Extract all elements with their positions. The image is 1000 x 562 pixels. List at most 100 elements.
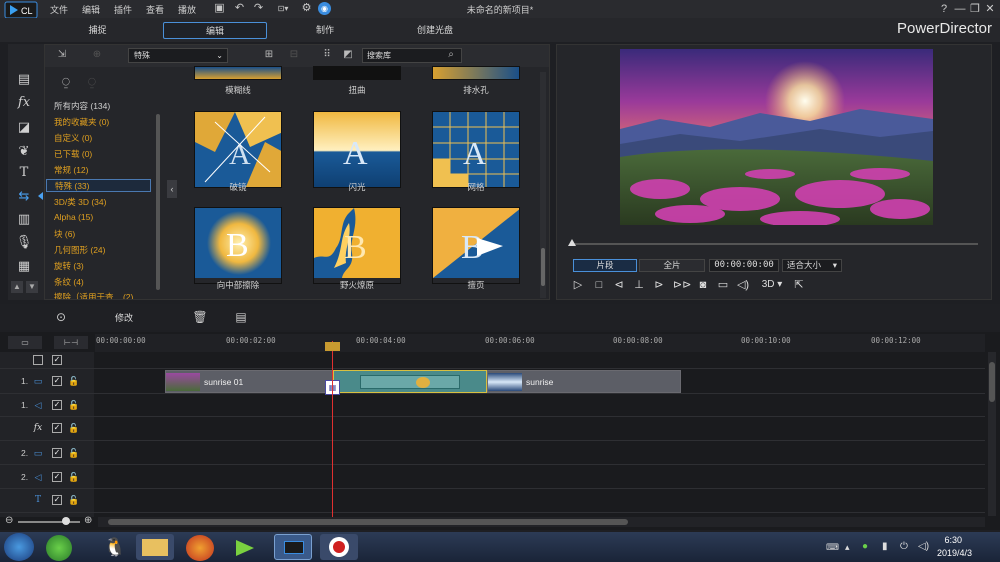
lock-icon[interactable]: 🔓	[68, 399, 80, 411]
clock-date[interactable]: 2019/4/3	[937, 548, 972, 558]
transition-room-icon[interactable]: ⇆	[14, 187, 34, 205]
category-item[interactable]: 我的收藏夹 (0)	[54, 116, 109, 128]
settings-gear-icon[interactable]: ⚙	[300, 2, 313, 15]
lock-icon[interactable]: 🔓	[68, 375, 80, 387]
transition-thumbnail[interactable]: B	[313, 207, 401, 284]
timeline-v-scrollbar-thumb[interactable]	[989, 362, 995, 402]
recorder-task-icon[interactable]	[320, 534, 358, 560]
add-to-timeline-icon[interactable]: ⊞	[262, 48, 276, 62]
master-select-checkbox[interactable]	[33, 355, 43, 365]
category-item[interactable]: 自定义 (0)	[54, 132, 92, 144]
subtitles-icon[interactable]: ▭	[716, 278, 730, 292]
media-room-icon[interactable]: ▤	[14, 70, 34, 88]
timecode-display[interactable]: 00:00:00:00	[709, 259, 779, 272]
undo-icon[interactable]: ↶	[233, 2, 246, 15]
account-icon[interactable]: ◉	[318, 2, 331, 15]
help-button[interactable]: ?	[937, 2, 951, 16]
menu-file[interactable]: 文件	[50, 3, 68, 16]
video-clip[interactable]: sunrise	[487, 370, 681, 393]
play-icon[interactable]: ▷	[571, 278, 585, 292]
category-select[interactable]: 特殊 ⌄	[128, 48, 228, 63]
library-scrollbar-thumb[interactable]	[541, 248, 545, 286]
browser-360-icon[interactable]	[46, 535, 72, 561]
search-icon[interactable]: ⌕	[444, 48, 458, 62]
menu-edit[interactable]: 编辑	[82, 3, 100, 16]
video-app-icon[interactable]	[228, 534, 266, 560]
video-clip[interactable]: sunrise 01	[165, 370, 335, 393]
network-icon[interactable]: ▮	[882, 541, 888, 552]
tab-produce[interactable]: 制作	[290, 22, 360, 39]
download-icon[interactable]: ⊕	[90, 48, 104, 62]
transition-thumbnail[interactable]	[432, 66, 520, 80]
3d-mode-button[interactable]: 3D ▾	[758, 278, 786, 292]
snapshot-icon[interactable]: ◙	[696, 278, 710, 292]
lock-icon[interactable]: 🔓	[68, 494, 80, 506]
volume-icon[interactable]: ◁)	[736, 278, 750, 292]
menu-view[interactable]: 查看	[146, 3, 164, 16]
category-item-selected[interactable]: 特殊 (33)	[46, 179, 151, 192]
transition-thumbnail[interactable]: A	[432, 111, 520, 188]
tab-capture[interactable]: 捕捉	[60, 22, 135, 39]
tray-chevron-icon[interactable]: ▴	[845, 542, 850, 553]
voiceover-room-icon[interactable]: 🎙	[14, 233, 34, 251]
power-icon[interactable]: ⏻	[900, 541, 908, 552]
tab-create-disc[interactable]: 创建光盘	[400, 22, 470, 39]
pip-room-icon[interactable]: ◪	[14, 118, 34, 136]
category-item[interactable]: 旋转 (3)	[54, 260, 84, 272]
zoom-slider-knob[interactable]	[62, 517, 70, 525]
menu-play[interactable]: 播放	[178, 3, 196, 16]
audio-mixing-room-icon[interactable]: ▥	[14, 210, 34, 228]
clip-mode-button[interactable]: 片段	[573, 259, 637, 272]
transition-thumbnail[interactable]: B	[432, 207, 520, 284]
delete-icon[interactable]: 🗑	[192, 309, 208, 325]
playhead-handle-icon[interactable]	[325, 342, 340, 351]
minimize-button[interactable]: —	[953, 2, 967, 16]
track-enable-checkbox[interactable]: ✓	[52, 495, 62, 505]
timeline-zoom-slider[interactable]	[18, 521, 80, 523]
wechat-icon[interactable]: ●	[862, 541, 868, 552]
file-explorer-icon[interactable]	[136, 534, 174, 560]
playhead[interactable]	[332, 341, 333, 517]
transition-thumbnail[interactable]: A	[313, 111, 401, 188]
scrubber-head-icon[interactable]	[568, 239, 576, 246]
clock-time[interactable]: 6:30	[944, 535, 962, 545]
transition-thumbnail[interactable]	[194, 66, 282, 80]
category-scrollbar[interactable]	[156, 114, 160, 290]
chapter-room-icon[interactable]: ▦	[14, 257, 34, 275]
track-enable-checkbox[interactable]: ✓	[52, 376, 62, 386]
restore-button[interactable]: ❐	[968, 2, 982, 16]
fast-forward-icon[interactable]: ⊳⊳	[673, 278, 691, 292]
category-item[interactable]: 块 (6)	[54, 228, 75, 240]
modify-button[interactable]: 修改	[115, 311, 133, 324]
start-button[interactable]	[4, 533, 34, 561]
category-item[interactable]: 已下载 (0)	[54, 148, 92, 160]
track-enable-checkbox[interactable]: ✓	[52, 423, 62, 433]
track-enable-checkbox[interactable]: ✓	[52, 400, 62, 410]
title-room-icon[interactable]: T	[14, 164, 34, 182]
powerdirector-task-icon[interactable]	[274, 534, 312, 560]
category-item[interactable]: 擦除（适用于查... (2)	[54, 291, 133, 299]
transition-clip[interactable]	[333, 370, 487, 393]
collapse-panel-button[interactable]: ‹	[167, 180, 177, 198]
track-enable-checkbox[interactable]: ✓	[52, 472, 62, 482]
close-button[interactable]: ✕	[983, 2, 997, 16]
tab-edit[interactable]: 编辑	[163, 22, 267, 39]
transition-thumbnail[interactable]	[313, 66, 401, 80]
thumbnail-size-icon[interactable]: ◩	[341, 48, 355, 62]
zoom-out-icon[interactable]: ⊖	[5, 516, 15, 526]
next-frame-icon[interactable]: ⊳	[652, 278, 666, 292]
category-item[interactable]: Alpha (15)	[54, 212, 93, 222]
particle-room-icon[interactable]: ❦	[14, 142, 34, 160]
master-enable-checkbox[interactable]: ✓	[52, 355, 62, 365]
remove-icon[interactable]: ⊟	[287, 48, 301, 62]
category-item[interactable]: 条纹 (4)	[54, 276, 84, 288]
category-item[interactable]: 几何图形 (24)	[54, 244, 105, 256]
keyboard-icon[interactable]: ⌨	[826, 542, 839, 553]
split-icon[interactable]: ⊥	[632, 278, 646, 292]
scroll-down-icon[interactable]: ▼	[26, 281, 38, 293]
lock-icon[interactable]: 🔓	[68, 447, 80, 459]
firefox-icon[interactable]	[186, 535, 214, 561]
import-icon[interactable]: ⇲	[55, 48, 69, 62]
transition-thumbnail[interactable]: A	[194, 111, 282, 188]
timeline-options-icon[interactable]: ⊙	[53, 309, 69, 325]
